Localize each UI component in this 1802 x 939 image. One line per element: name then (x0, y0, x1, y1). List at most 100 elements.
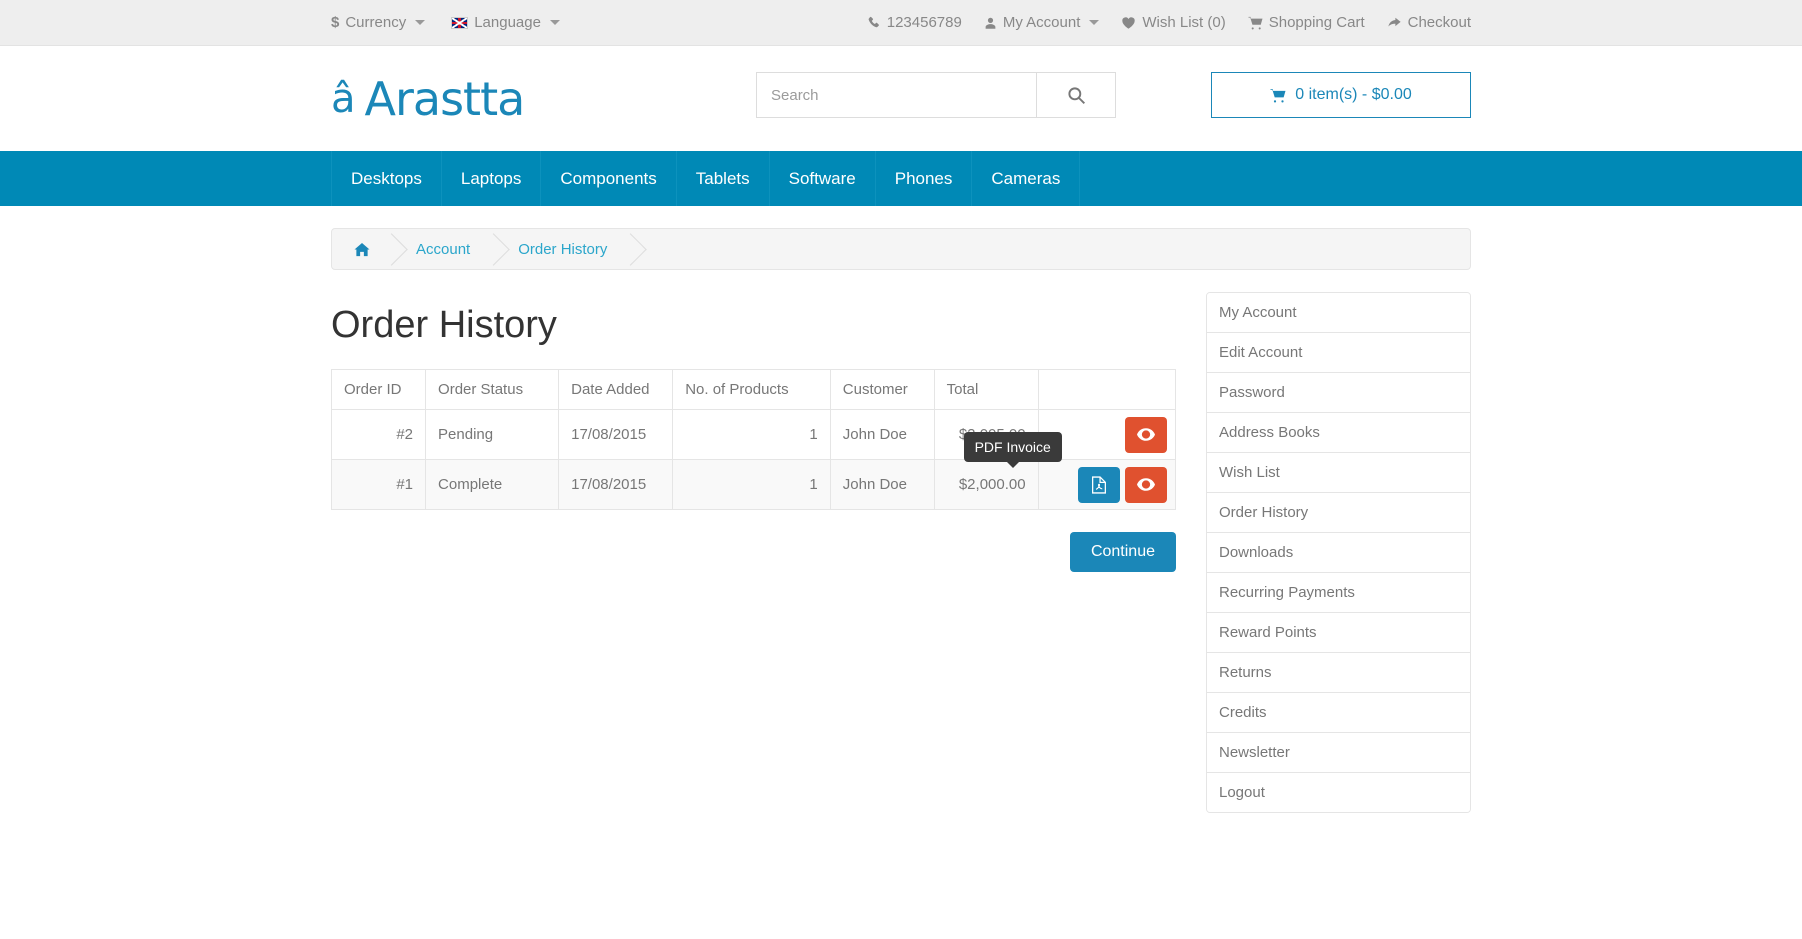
order-history-table: Order ID Order Status Date Added No. of … (330, 369, 1177, 510)
heart-icon (1122, 16, 1136, 29)
currency-dropdown[interactable]: $ Currency (331, 14, 426, 31)
language-label: Language (474, 14, 541, 31)
nav-item-laptops[interactable]: Laptops (442, 151, 542, 206)
chevron-down-icon (1089, 20, 1100, 25)
cell-no-of-products: 1 (672, 459, 831, 510)
cell-date-added: 17/08/2015 (558, 459, 674, 510)
top-bar: $ Currency Language 123456789 My Account… (0, 0, 1802, 46)
shopping-cart-link[interactable]: Shopping Cart (1248, 15, 1365, 30)
currency-symbol: $ (331, 14, 340, 31)
shopping-cart-label: Shopping Cart (1268, 14, 1365, 31)
logo-text: â Arastta (331, 71, 526, 126)
cart-icon (1248, 16, 1263, 29)
column-no-of-products: No. of Products (672, 369, 831, 410)
share-arrow-icon (1388, 17, 1401, 26)
language-dropdown[interactable]: Language (451, 15, 560, 30)
sidebar-item-newsletter[interactable]: Newsletter (1207, 733, 1470, 773)
cell-date-added: 17/08/2015 (558, 409, 674, 460)
column-order-status: Order Status (425, 369, 560, 410)
column-order-id: Order ID (330, 369, 427, 410)
phone-number: 123456789 (886, 14, 962, 31)
wish-list-link[interactable]: Wish List (0) (1121, 14, 1226, 31)
chevron-down-icon (415, 20, 426, 25)
cart-total-button[interactable]: 0 item(s) - $0.00 (1211, 72, 1471, 118)
sidebar-list: My Account Edit Account Password Address… (1206, 292, 1471, 813)
nav-item-phones[interactable]: Phones (876, 151, 973, 206)
cell-total: $2,000.00 (933, 459, 1039, 510)
cell-no-of-products: 1 (672, 409, 831, 460)
sidebar-item-my-account[interactable]: My Account (1207, 293, 1470, 333)
nav-item-desktops[interactable]: Desktops (331, 151, 442, 206)
column-total: Total (933, 369, 1039, 410)
sidebar-item-reward-points[interactable]: Reward Points (1207, 613, 1470, 653)
page-root: $ Currency Language 123456789 My Account… (0, 0, 1802, 939)
content-area: Account Order History Order History Orde… (0, 206, 1802, 813)
search-input[interactable] (756, 72, 1036, 118)
sidebar-item-returns[interactable]: Returns (1207, 653, 1470, 693)
cell-order-id: #1 (330, 459, 427, 510)
currency-label: Currency (345, 14, 407, 31)
sidebar-item-logout[interactable]: Logout (1207, 773, 1470, 812)
nav-items: Desktops Laptops Components Tablets Soft… (331, 151, 1471, 206)
sidebar-item-downloads[interactable]: Downloads (1207, 533, 1470, 573)
shopping-bag-icon: â (331, 75, 355, 122)
search-icon (1067, 86, 1085, 104)
cart-icon (1270, 88, 1286, 102)
top-bar-right: 123456789 My Account Wish List (0) Shopp… (867, 15, 1471, 30)
sidebar-item-order-history[interactable]: Order History (1207, 493, 1470, 533)
logo[interactable]: â Arastta (331, 72, 631, 126)
sidebar-item-wish-list[interactable]: Wish List (1207, 453, 1470, 493)
pdf-file-icon (1092, 475, 1106, 494)
main-navigation: Desktops Laptops Components Tablets Soft… (0, 151, 1802, 206)
breadcrumb-order-history[interactable]: Order History (494, 228, 631, 270)
phone-link[interactable]: 123456789 (867, 15, 962, 30)
my-account-label: My Account (1002, 14, 1081, 31)
search-button[interactable] (1036, 72, 1116, 118)
column-customer: Customer (829, 369, 935, 410)
cell-customer: John Doe (829, 409, 935, 460)
top-bar-left: $ Currency Language (331, 15, 560, 30)
cart-total-label: 0 item(s) - $0.00 (1295, 86, 1412, 103)
page-title: Order History (331, 304, 557, 346)
eye-icon (1137, 428, 1155, 441)
continue-button[interactable]: Continue (1069, 532, 1176, 572)
cell-order-status: Pending (425, 409, 560, 460)
cell-order-id: #2 (330, 409, 427, 460)
nav-item-software[interactable]: Software (770, 151, 876, 206)
view-order-button[interactable] (1125, 416, 1167, 453)
my-account-dropdown[interactable]: My Account (984, 15, 1100, 30)
breadcrumb: Account Order History (331, 228, 1471, 270)
table-row: #1 Complete 17/08/2015 1 John Doe $2,000… (330, 432, 1177, 510)
nav-item-cameras[interactable]: Cameras (972, 151, 1081, 206)
sidebar-item-address-books[interactable]: Address Books (1207, 413, 1470, 453)
search-box (756, 72, 1116, 118)
nav-item-components[interactable]: Components (541, 151, 677, 206)
pdf-invoice-button[interactable] (1078, 466, 1120, 503)
sidebar-item-credits[interactable]: Credits (1207, 693, 1470, 733)
breadcrumb-home[interactable] (332, 228, 392, 270)
cell-order-status: Complete (425, 459, 560, 510)
main-column: Order History Order ID Order Status Date… (330, 292, 1177, 813)
sidebar-item-password[interactable]: Password (1207, 373, 1470, 413)
column-actions (1037, 369, 1177, 410)
phone-icon (868, 16, 879, 27)
nav-item-tablets[interactable]: Tablets (677, 151, 770, 206)
checkout-label: Checkout (1407, 14, 1471, 31)
eye-icon (1137, 478, 1155, 491)
table-header-row: Order ID Order Status Date Added No. of … (330, 369, 1177, 410)
user-icon (985, 17, 996, 29)
site-header: â Arastta 0 item(s) - $0.00 (0, 46, 1802, 151)
chevron-down-icon (549, 20, 560, 25)
checkout-link[interactable]: Checkout (1387, 15, 1471, 30)
sidebar-item-recurring-payments[interactable]: Recurring Payments (1207, 573, 1470, 613)
column-date-added: Date Added (558, 369, 674, 410)
pdf-invoice-tooltip: PDF Invoice (963, 432, 1062, 468)
wish-list-label: Wish List (0) (1142, 14, 1226, 31)
sidebar-item-edit-account[interactable]: Edit Account (1207, 333, 1470, 373)
flag-uk-icon (451, 16, 469, 29)
view-order-button[interactable] (1125, 466, 1167, 503)
logo-wordmark: Arastta (364, 71, 526, 126)
cell-customer: John Doe (829, 459, 935, 510)
cell-actions: PDF Invoice (963, 432, 1177, 510)
home-icon (354, 242, 370, 256)
